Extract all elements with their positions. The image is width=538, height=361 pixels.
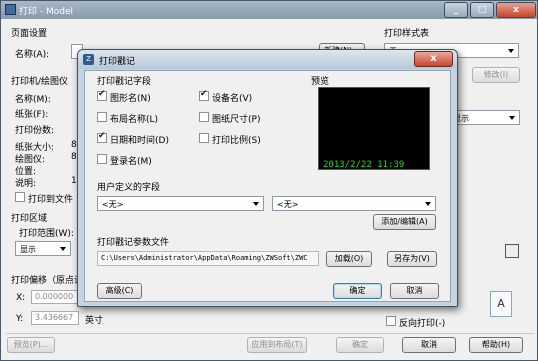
stamp-fields-group-label: 打印戳记字段 [97,77,152,87]
description-label: 说明: [15,179,37,189]
preview-stamp-text: 2013/2/22 11:39 [323,160,405,170]
chevron-down-icon [250,198,262,209]
plot-stamp-title: 打印戳记 [99,57,136,67]
copies-label: 打印份数: [15,126,55,136]
save-as-button[interactable]: 另存为(V) [387,251,437,267]
user-field-1-value: <无> [102,200,124,209]
orientation-portrait-icon: A [490,291,512,317]
dialog-close-button[interactable]: x [414,51,453,67]
print-to-file-checkbox[interactable] [15,192,25,202]
print-area-group-label: 打印区域 [11,214,48,224]
app-icon [5,4,16,15]
user-field-2-value: <无> [277,200,299,209]
plot-scale-checkbox[interactable] [199,133,209,143]
description-value: 1 [71,176,77,186]
printer-name-label: 名称(M): [15,95,51,105]
close-icon: x [430,53,437,64]
plot-stamp-titlebar[interactable]: Z 打印戳记 x [78,50,457,69]
offset-y-label: Y: [16,314,24,324]
login-name-label: 登录名(M) [110,157,152,167]
preview-group-label: 预览 [311,77,330,87]
user-fields-group-label: 用户定义的字段 [97,183,161,193]
reverse-print-checkbox[interactable] [386,316,396,326]
print-help-button[interactable]: 帮助(H) [469,337,523,353]
page-setup-group-label: 页面设置 [11,29,48,39]
minimize-button[interactable]: _ [444,2,468,18]
plotter-value: 8 [71,152,77,162]
device-name-checkbox[interactable] [199,89,209,101]
plot-scale-label: 打印比例(S) [212,136,261,146]
plot-stamp-dialog: Z 打印戳记 x 打印戳记字段 图形名(N) 设备名(V) 布局名称(L) 图纸… [77,49,458,307]
maximize-button[interactable]: □ [470,2,494,18]
window-close-button[interactable]: x [496,2,536,18]
paper-size-value: 8 [71,140,77,150]
chevron-down-icon [505,45,517,56]
printer-group-label: 打印机/绘图仪 [11,77,69,87]
print-window-title: 打印 - Model [19,7,73,17]
offset-y-input[interactable]: 3.436667 [31,311,79,325]
print-ok-button[interactable]: 确定 [336,337,384,353]
login-name-checkbox[interactable] [97,154,107,164]
offset-unit-label: 英寸 [85,316,104,326]
preview-button[interactable]: 预览(P)... [7,337,55,353]
user-field-1-combo[interactable]: <无> [97,196,264,211]
date-time-label: 日期和时间(D) [110,136,169,146]
dialog-ok-button[interactable]: 确定 [333,283,382,299]
modify-style-button[interactable]: 修改(I) [472,67,520,83]
load-button[interactable]: 加载(O) [326,251,372,267]
shaded-display-combo[interactable]: 显示 [448,110,520,125]
plot-style-table-group-label: 打印样式表 [384,29,430,39]
date-time-checkbox[interactable] [97,131,107,143]
layout-name-checkbox[interactable] [97,112,107,122]
paper-size-field-label: 图纸尺寸(P) [212,115,261,125]
bottom-separator [6,333,534,334]
plot-stamp-client-area: 打印戳记字段 图形名(N) 设备名(V) 布局名称(L) 图纸尺寸(P) 日期和… [84,70,451,302]
chevron-down-icon [422,198,434,209]
add-edit-button[interactable]: 添加/编辑(A) [373,214,436,230]
param-file-group-label: 打印戳记参数文件 [97,238,170,248]
advanced-button[interactable]: 高级(C) [97,283,142,299]
print-window-titlebar[interactable]: 打印 - Model _ □ x [1,1,537,19]
drawing-name-label: 图形名(N) [110,94,151,104]
paper-size-checkbox[interactable] [199,112,209,122]
drawing-name-checkbox[interactable] [97,89,107,101]
layout-name-label: 布局名称(L) [110,115,159,125]
print-range-value: 显示 [20,245,36,254]
paper-label: 纸张(F): [15,110,49,120]
print-range-label: 打印范围(W): [19,229,74,239]
print-to-file-label: 打印到文件 [28,195,74,205]
chevron-down-icon [506,112,518,123]
dialog-cancel-button[interactable]: 取消 [390,283,439,299]
print-range-combo[interactable]: 显示 [15,241,71,256]
stamp-settings-icon[interactable] [505,244,519,258]
page-setup-name-label: 名称(A): [15,50,50,60]
user-field-2-combo[interactable]: <无> [272,196,436,211]
print-cancel-button[interactable]: 取消 [402,337,456,353]
dialog-app-icon: Z [83,54,94,65]
device-name-label: 设备名(V) [212,94,253,104]
param-file-path: C:\Users\Administrator\AppData\Roaming\Z… [97,251,319,266]
reverse-print-label: 反向打印(-) [399,319,446,329]
chevron-down-icon [57,243,69,254]
offset-x-label: X: [16,293,26,303]
stamp-preview-pane: 2013/2/22 11:39 [318,87,430,170]
apply-to-layout-button[interactable]: 应用到布局(T) [247,337,307,353]
offset-x-input[interactable]: 0.000000 [31,290,79,304]
